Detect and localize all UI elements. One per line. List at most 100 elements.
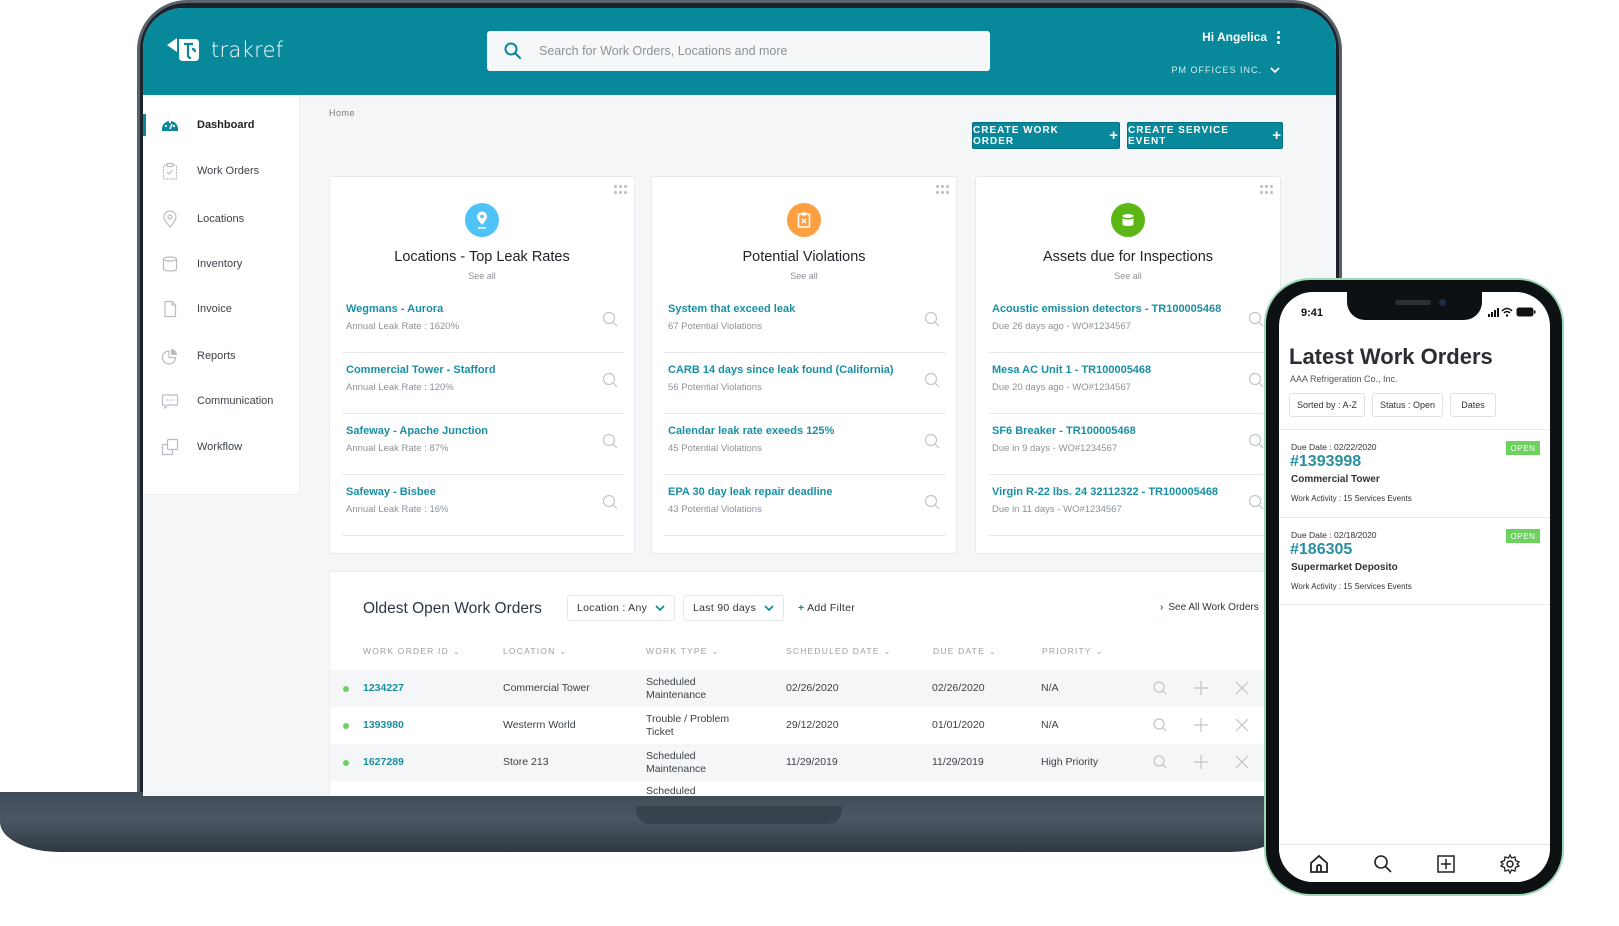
list-item[interactable]: Acoustic emission detectors - TR10000546…	[988, 293, 1270, 353]
column-header-due-date[interactable]: DUE DATE ⌄	[933, 646, 997, 656]
sidebar-item-work-orders[interactable]: Work Orders	[143, 156, 300, 186]
search-icon[interactable]	[602, 494, 618, 510]
see-all-link[interactable]: See all	[652, 271, 956, 281]
more-vertical-icon[interactable]	[1277, 30, 1280, 44]
see-all-link[interactable]: See all	[976, 271, 1280, 281]
location-filter-select[interactable]: Location : Any	[567, 595, 676, 621]
sidebar-item-workflow[interactable]: Workflow	[143, 432, 300, 462]
close-icon[interactable]	[1234, 754, 1250, 770]
search-icon[interactable]	[924, 433, 940, 449]
list-item[interactable]: CARB 14 days since leak found (Californi…	[664, 354, 946, 414]
list-item[interactable]: Wegmans - Aurora Annual Leak Rate : 1620…	[342, 293, 624, 353]
add-square-icon[interactable]	[1435, 853, 1457, 875]
list-item[interactable]: EPA 30 day leak repair deadline 43 Poten…	[664, 476, 946, 536]
table-row[interactable]: 1393980 Westerrn World Trouble / Problem…	[330, 707, 1336, 744]
work-order-id-link[interactable]: #186305	[1290, 541, 1352, 559]
search-icon[interactable]	[1248, 433, 1264, 449]
item-title[interactable]: Commercial Tower - Stafford	[346, 364, 496, 376]
work-type-line: Scheduled	[646, 675, 696, 688]
item-title[interactable]: Calendar leak rate exeeds 125%	[668, 425, 834, 437]
sidebar-item-dashboard[interactable]: Dashboard	[143, 110, 300, 140]
table-row[interactable]: 1627289 Store 213 Scheduled Maintenance 1…	[330, 744, 1336, 781]
work-order-id-link[interactable]: #1393998	[1290, 453, 1361, 471]
list-item[interactable]: Calendar leak rate exeeds 125% 45 Potent…	[664, 415, 946, 475]
brand-logo[interactable]: trakref	[165, 35, 283, 65]
add-filter-button[interactable]: + Add Filter	[798, 602, 855, 614]
drag-handle-icon[interactable]	[1260, 185, 1273, 194]
search-icon[interactable]	[924, 311, 940, 327]
sidebar-item-inventory[interactable]: Inventory	[143, 249, 300, 279]
item-title[interactable]: CARB 14 days since leak found (Californi…	[668, 364, 894, 376]
search-icon[interactable]	[1372, 853, 1394, 875]
work-order-id-link[interactable]: 1627289	[363, 744, 404, 781]
sidebar-item-communication[interactable]: Communication	[143, 386, 300, 416]
plus-icon[interactable]	[1193, 754, 1209, 770]
column-header-scheduled-date[interactable]: SCHEDULED DATE ⌄	[786, 646, 892, 656]
list-item[interactable]: Safeway - Apache Junction Annual Leak Ra…	[342, 415, 624, 475]
close-icon[interactable]	[1234, 717, 1250, 733]
search-icon[interactable]	[602, 433, 618, 449]
search-icon[interactable]	[1152, 754, 1168, 770]
list-item[interactable]: Commercial Tower - Stafford Annual Leak …	[342, 354, 624, 414]
column-header-location[interactable]: LOCATION ⌄	[503, 646, 567, 656]
search-icon[interactable]	[1248, 311, 1264, 327]
organization-selector[interactable]: PM OFFICES INC.	[1171, 65, 1280, 75]
table-row[interactable]: 1234227 Commercial Tower Scheduled Mainte…	[330, 670, 1336, 707]
search-icon[interactable]	[1248, 372, 1264, 388]
home-icon[interactable]	[1308, 853, 1330, 875]
marketing-mockup: trakref Hi Angelica PM OFFICES INC.	[0, 0, 1619, 926]
list-item[interactable]: Mesa AC Unit 1 - TR100005468 Due 20 days…	[988, 354, 1270, 414]
settings-gear-icon[interactable]	[1499, 853, 1521, 875]
item-title[interactable]: Safeway - Apache Junction	[346, 425, 488, 437]
status-badge: OPEN	[1506, 441, 1540, 455]
work-order-id-link[interactable]: 1234227	[363, 670, 404, 707]
plus-icon[interactable]	[1193, 717, 1209, 733]
list-item[interactable]: System that exceed leak 67 Potential Vio…	[664, 293, 946, 353]
search-icon[interactable]	[602, 372, 618, 388]
create-service-event-button[interactable]: CREATE SERVICE EVENT +	[1127, 122, 1283, 149]
sidebar-item-invoice[interactable]: Invoice	[143, 294, 300, 324]
search-icon[interactable]	[924, 372, 940, 388]
list-item[interactable]: Safeway - Bisbee Annual Leak Rate : 16%	[342, 476, 624, 536]
column-header-work-type[interactable]: WORK TYPE ⌄	[646, 646, 720, 656]
item-title[interactable]: SF6 Breaker - TR100005468	[992, 425, 1136, 437]
user-greeting[interactable]: Hi Angelica	[1202, 30, 1280, 44]
global-search[interactable]	[487, 31, 990, 71]
column-header-priority[interactable]: PRIORITY ⌄	[1042, 646, 1104, 656]
item-title[interactable]: Virgin R-22 lbs. 24 32112322 - TR1000054…	[992, 486, 1218, 498]
search-icon[interactable]	[602, 311, 618, 327]
see-all-work-orders-link[interactable]: › See All Work Orders	[1160, 602, 1259, 613]
sidebar-item-reports[interactable]: Reports	[143, 341, 300, 371]
button-label: CREATE SERVICE EVENT	[1128, 124, 1229, 147]
sort-chip[interactable]: Sorted by : A-Z	[1289, 393, 1366, 417]
item-title[interactable]: Safeway - Bisbee	[346, 486, 436, 498]
plus-icon[interactable]	[1193, 680, 1209, 696]
close-icon[interactable]	[1234, 680, 1250, 696]
list-item[interactable]: Virgin R-22 lbs. 24 32112322 - TR1000054…	[988, 476, 1270, 536]
phone-work-order-card[interactable]: Due Date : 02/22/2020 #1393998 Commercia…	[1279, 429, 1550, 517]
column-header-work-order-id[interactable]: WORK ORDER ID ⌄	[363, 646, 461, 656]
drag-handle-icon[interactable]	[936, 185, 949, 194]
work-order-id-link[interactable]: 1393980	[363, 707, 404, 744]
item-title[interactable]: System that exceed leak	[668, 303, 795, 315]
item-title[interactable]: EPA 30 day leak repair deadline	[668, 486, 832, 498]
search-icon[interactable]	[924, 494, 940, 510]
period-filter-select[interactable]: Last 90 days	[683, 595, 785, 621]
drag-handle-icon[interactable]	[614, 185, 627, 194]
sidebar-item-locations[interactable]: Locations	[143, 204, 300, 234]
list-item[interactable]: SF6 Breaker - TR100005468 Due in 9 days …	[988, 415, 1270, 475]
phone-work-order-card[interactable]: Due Date : 02/18/2020 #186305 Supermarke…	[1279, 517, 1550, 605]
search-icon[interactable]	[1248, 494, 1264, 510]
dates-chip[interactable]: Dates	[1450, 393, 1496, 417]
item-title[interactable]: Wegmans - Aurora	[346, 303, 443, 315]
see-all-link[interactable]: See all	[330, 271, 634, 281]
status-chip[interactable]: Status : Open	[1372, 393, 1444, 417]
item-title[interactable]: Mesa AC Unit 1 - TR100005468	[992, 364, 1151, 376]
search-icon[interactable]	[1152, 680, 1168, 696]
item-title[interactable]: Acoustic emission detectors - TR10000546…	[992, 303, 1221, 315]
table-row[interactable]: Scheduled	[330, 781, 1336, 796]
search-input[interactable]	[539, 44, 959, 58]
create-work-order-button[interactable]: CREATE WORK ORDER +	[972, 122, 1120, 149]
search-icon[interactable]	[1152, 717, 1168, 733]
breadcrumb[interactable]: Home	[329, 108, 355, 118]
